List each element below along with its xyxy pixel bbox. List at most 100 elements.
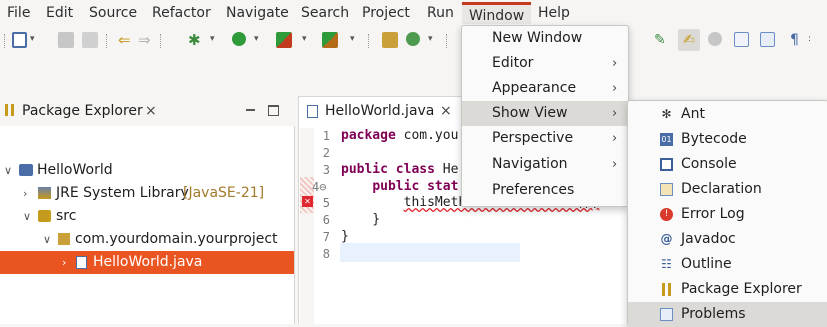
menu-item-label: Error Log [681, 206, 745, 222]
menu-item-editor[interactable]: Editor › [462, 51, 628, 76]
view-item-declaration[interactable]: Declaration [628, 177, 827, 202]
menu-file[interactable]: File [7, 4, 30, 22]
menu-refactor[interactable]: Refactor [152, 4, 211, 22]
declaration-icon [660, 183, 673, 196]
package-explorer-title[interactable]: Package Explorer [22, 103, 143, 119]
menu-item-label: Javadoc [681, 231, 736, 247]
menu-item-label: Declaration [681, 181, 762, 197]
show-whitespace-icon[interactable] [760, 32, 775, 47]
paragraph-icon[interactable]: ¶ [790, 32, 806, 48]
menu-bar: File Edit Source Refactor Navigate Searc… [0, 0, 827, 26]
bytecode-icon: 01 [660, 133, 673, 146]
current-line-highlight [340, 243, 520, 262]
line-number: 2 [322, 146, 330, 160]
mark-occurrences-icon[interactable]: ✍ [678, 29, 700, 51]
tree-item-package[interactable]: ∨ com.yourdomain.yourproject [0, 228, 294, 251]
menu-item-appearance[interactable]: Appearance › [462, 76, 628, 101]
view-item-problems[interactable]: Problems [628, 302, 827, 327]
chevron-right-icon[interactable]: › [62, 251, 66, 274]
menu-item-navigation[interactable]: Navigation › [462, 152, 628, 177]
menu-navigate[interactable]: Navigate [226, 4, 289, 22]
tree-item-src[interactable]: ∨ src [0, 205, 294, 228]
run-icon[interactable] [232, 32, 246, 46]
menu-run[interactable]: Run [427, 4, 454, 22]
debug-icon[interactable]: ✱ [188, 32, 204, 48]
close-icon[interactable]: × [440, 103, 452, 119]
new-java-class-icon[interactable] [406, 32, 420, 46]
library-icon [38, 187, 51, 199]
view-item-javadoc[interactable]: @ Javadoc [628, 227, 827, 252]
error-marker-icon[interactable]: ✕ [302, 196, 313, 207]
chevron-down-icon[interactable]: ▾ [254, 34, 259, 44]
chevron-right-icon[interactable]: › [23, 182, 27, 205]
chevron-right-icon: › [612, 131, 618, 146]
block-selection-icon[interactable] [734, 32, 749, 47]
menu-search[interactable]: Search [301, 4, 349, 22]
code-line: public stat [341, 179, 458, 194]
new-icon[interactable] [12, 32, 27, 48]
menu-help[interactable]: Help [538, 4, 570, 22]
menu-item-label: Outline [681, 256, 732, 272]
error-log-icon: ! [660, 208, 673, 221]
minimize-icon[interactable] [246, 109, 255, 112]
previous-edit-icon[interactable]: ⇐ [118, 32, 134, 48]
code-keyword: package [341, 128, 396, 143]
editor-tab[interactable]: HelloWorld.java × [298, 96, 462, 127]
open-type-icon[interactable]: ✎ [654, 32, 670, 48]
code-keyword: public class [341, 162, 435, 177]
chevron-down-icon[interactable]: ▾ [210, 34, 215, 44]
menu-item-perspective[interactable]: Perspective › [462, 126, 628, 151]
tree-item-helloworld-java[interactable]: › HelloWorld.java [0, 251, 294, 274]
view-item-console[interactable]: Console [628, 152, 827, 177]
menu-source[interactable]: Source [89, 4, 137, 22]
menu-item-label: Console [681, 156, 737, 172]
chevron-down-icon[interactable]: ∨ [4, 159, 12, 182]
coverage-icon[interactable] [276, 32, 292, 48]
view-item-outline[interactable]: ☷ Outline [628, 252, 827, 277]
external-tools-icon[interactable] [322, 32, 338, 48]
menu-edit[interactable]: Edit [46, 4, 73, 22]
chevron-down-icon[interactable]: ▾ [350, 34, 355, 44]
chevron-down-icon[interactable]: ▾ [302, 34, 307, 44]
code-line: } [341, 212, 381, 227]
package-explorer-icon [5, 104, 14, 116]
maximize-icon[interactable] [268, 105, 279, 116]
line-number-fold[interactable]: 4⊖ [312, 180, 336, 194]
code-line: } [341, 229, 349, 244]
view-item-package-explorer[interactable]: Package Explorer [628, 277, 827, 302]
problems-icon [660, 308, 673, 321]
menu-item-new-window[interactable]: New Window [462, 26, 628, 51]
new-java-package-icon[interactable] [382, 32, 398, 48]
chevron-down-icon[interactable]: ▾ [428, 34, 433, 44]
close-icon[interactable]: × [145, 103, 157, 119]
view-item-bytecode[interactable]: 01 Bytecode [628, 127, 827, 152]
menu-window[interactable]: Window [462, 2, 532, 24]
toggle-breadcrumb-icon[interactable] [708, 32, 722, 46]
tree-item-label: HelloWorld [37, 162, 113, 178]
menu-item-label: Preferences [492, 182, 575, 198]
menu-item-label: Appearance [492, 80, 577, 96]
chevron-down-icon[interactable]: : [808, 34, 811, 44]
editor-ruler [300, 128, 314, 324]
menu-item-label: Navigation [492, 156, 568, 172]
show-view-submenu: ✻ Ant 01 Bytecode Console Declaration ! … [627, 100, 827, 327]
main-toolbar: ▾ ⇐ ⇒ ✱ ▾ ▾ ▾ ▾ ▾ ✎ ✍ ¶ : [0, 26, 827, 60]
save-all-icon[interactable] [82, 32, 98, 48]
chevron-down-icon[interactable]: ∨ [23, 205, 31, 228]
line-number: 7 [322, 230, 330, 244]
tree-item-jre-library[interactable]: › JRE System Library [JavaSE-21] [0, 182, 294, 205]
tree-item-helloworld-project[interactable]: ∨ HelloWorld [0, 159, 294, 182]
menu-item-preferences[interactable]: Preferences [462, 178, 628, 203]
menu-project[interactable]: Project [362, 4, 410, 22]
view-item-error-log[interactable]: ! Error Log [628, 202, 827, 227]
menu-item-show-view[interactable]: Show View › [462, 101, 628, 126]
save-icon[interactable] [58, 32, 74, 48]
chevron-down-icon[interactable]: ∨ [43, 228, 51, 251]
tree-item-label: com.yourdomain.yourproject [75, 231, 278, 247]
view-item-ant[interactable]: ✻ Ant [628, 102, 827, 127]
code-line: public class He [341, 162, 458, 177]
chevron-down-icon[interactable]: ▾ [30, 34, 35, 44]
next-edit-icon[interactable]: ⇒ [138, 32, 154, 48]
